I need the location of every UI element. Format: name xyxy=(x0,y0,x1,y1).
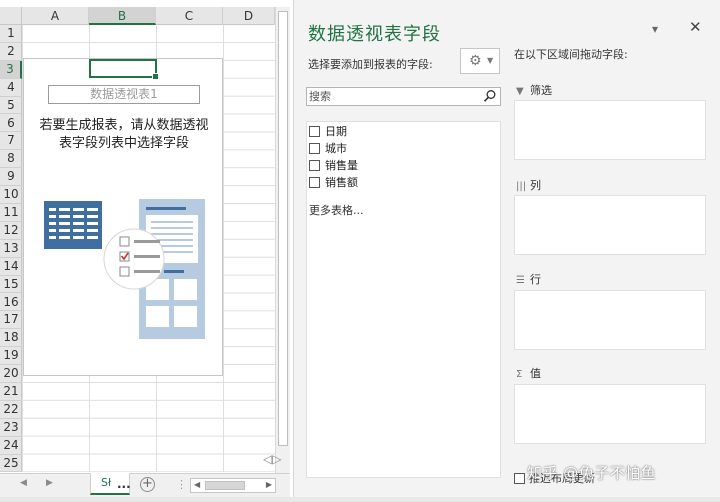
row-header-17[interactable]: 17 xyxy=(0,311,22,330)
horizontal-scroll-thumb[interactable] xyxy=(205,481,245,490)
filters-area-text: 筛选 xyxy=(530,84,552,97)
drag-fields-label: 在以下区域间拖动字段: xyxy=(514,48,628,61)
pivot-hint-line-2: 表字段列表中选择字段 xyxy=(58,136,189,151)
sigma-icon: Σ xyxy=(516,369,523,380)
pivot-fields-pane: 数据透视表字段 ▾ ✕ 选择要添加到报表的字段: ⚙ ▼ 日期 城市 销售量 销… xyxy=(293,0,720,497)
pivot-hint-line-1: 若要生成报表，请从数据透视 xyxy=(39,118,209,133)
filters-drop-zone[interactable] xyxy=(514,100,706,160)
values-area-text: 值 xyxy=(530,367,541,380)
field-label-sales-amount: 销售额 xyxy=(325,176,358,189)
vertical-scroll-thumb[interactable] xyxy=(278,11,288,446)
column-header: A B C D xyxy=(22,7,275,25)
pivot-table-hint: 若要生成报表，请从数据透视 表字段列表中选择字段 xyxy=(30,117,218,153)
scroll-left-icon[interactable]: ◀ xyxy=(194,480,200,489)
field-label-sales-qty: 销售量 xyxy=(325,159,358,172)
row-header-3[interactable]: 3 xyxy=(0,60,22,79)
row-header-1[interactable]: 1 xyxy=(0,25,22,43)
row-header-23[interactable]: 23 xyxy=(0,419,22,437)
prev-sheet-icon[interactable]: ◀ xyxy=(20,478,27,488)
search-icon[interactable] xyxy=(483,89,497,103)
row-header-21[interactable]: 21 xyxy=(0,383,22,401)
row-header-18[interactable]: 18 xyxy=(0,329,22,348)
row-header-13[interactable]: 13 xyxy=(0,240,22,258)
row-header-7[interactable]: 7 xyxy=(0,132,22,151)
column-header-c[interactable]: C xyxy=(156,7,223,25)
more-tables-link[interactable]: 更多表格... xyxy=(309,202,364,218)
field-item-date[interactable]: 日期 xyxy=(309,123,347,140)
row-header-2[interactable]: 2 xyxy=(0,43,22,61)
values-drop-zone[interactable] xyxy=(514,384,706,444)
rows-area-text: 行 xyxy=(530,273,541,286)
selected-cell-b3[interactable] xyxy=(89,59,159,80)
row-header-25[interactable]: 25 xyxy=(0,455,22,473)
row-header-16[interactable]: 16 xyxy=(0,294,22,312)
columns-area-label: ||| 列 xyxy=(516,177,541,193)
defer-update-checkbox[interactable] xyxy=(514,473,525,484)
choose-fields-label: 选择要添加到报表的字段: xyxy=(308,58,433,71)
close-icon[interactable]: ✕ xyxy=(689,18,702,36)
pivot-illustration-icon xyxy=(44,199,205,339)
horizontal-scrollbar[interactable]: ◀ ▶ xyxy=(190,478,276,493)
watermark: 知乎 @兔子不怕鱼 xyxy=(527,464,657,482)
vertical-scrollbar[interactable] xyxy=(275,7,290,473)
tab-divider-icon[interactable]: ⋮ xyxy=(176,478,187,491)
row-header-11[interactable]: 11 xyxy=(0,204,22,222)
gear-icon: ⚙ xyxy=(469,53,482,69)
columns-icon: ||| xyxy=(516,181,527,192)
row-header-4[interactable]: 4 xyxy=(0,79,22,97)
split-view-icon[interactable]: ◁▷ xyxy=(263,452,281,466)
cell-grid[interactable]: 数据透视表1 若要生成报表，请从数据透视 表字段列表中选择字段 xyxy=(22,25,275,472)
field-search-box xyxy=(306,87,501,106)
row-header-19[interactable]: 19 xyxy=(0,347,22,366)
spreadsheet-area: A B C D 1 2 3 4 5 6 7 8 9 10 11 12 13 14 15 16 17 18 19 20 2… xyxy=(0,0,290,502)
pane-title: 数据透视表字段 xyxy=(308,24,441,45)
column-header-a[interactable]: A xyxy=(22,7,89,25)
row-header-15[interactable]: 15 xyxy=(0,276,22,294)
select-all-corner[interactable] xyxy=(0,7,22,25)
filter-icon: ▼ xyxy=(516,86,524,97)
field-checkbox-date[interactable] xyxy=(309,126,320,137)
field-item-sales-amount[interactable]: 销售额 xyxy=(309,174,358,191)
rows-area-label: ☰ 行 xyxy=(516,271,541,287)
chevron-down-icon[interactable]: ▾ xyxy=(652,22,658,36)
row-header-8[interactable]: 8 xyxy=(0,150,22,169)
row-header-5[interactable]: 5 xyxy=(0,97,22,115)
chevron-down-icon: ▼ xyxy=(487,56,494,65)
search-input[interactable] xyxy=(309,89,479,104)
field-label-city: 城市 xyxy=(325,142,347,155)
pivot-table-placeholder[interactable]: 数据透视表1 若要生成报表，请从数据透视 表字段列表中选择字段 xyxy=(23,58,223,376)
field-checkbox-sales-qty[interactable] xyxy=(309,160,320,171)
field-checkbox-sales-amount[interactable] xyxy=(309,177,320,188)
status-strip xyxy=(0,497,720,502)
columns-drop-zone[interactable] xyxy=(514,195,706,255)
field-item-sales-qty[interactable]: 销售量 xyxy=(309,157,358,174)
row-header-22[interactable]: 22 xyxy=(0,401,22,419)
values-area-label: Σ值 xyxy=(516,365,541,381)
filters-area-label: ▼ 筛选 xyxy=(516,82,552,98)
columns-area-text: 列 xyxy=(530,179,541,192)
field-list: 日期 城市 销售量 销售额 更多表格... xyxy=(306,121,501,478)
more-sheets-button[interactable]: ... xyxy=(117,477,131,491)
rows-icon: ☰ xyxy=(516,275,525,286)
sheet-tab-bar: ◀ ▶ Sł ... + ⋮ ◀ ▶ xyxy=(0,473,290,497)
row-header: 1 2 3 4 5 6 7 8 9 10 11 12 13 14 15 16 17 18 19 20 21 22 23 24 2… xyxy=(0,25,22,473)
column-header-d[interactable]: D xyxy=(223,7,275,25)
field-label-date: 日期 xyxy=(325,125,347,138)
row-header-24[interactable]: 24 xyxy=(0,437,22,455)
row-header-12[interactable]: 12 xyxy=(0,222,22,240)
row-header-14[interactable]: 14 xyxy=(0,258,22,276)
tools-button[interactable]: ⚙ ▼ xyxy=(460,48,500,74)
pivot-table-name: 数据透视表1 xyxy=(48,85,200,104)
rows-drop-zone[interactable] xyxy=(514,290,706,350)
row-header-9[interactable]: 9 xyxy=(0,168,22,187)
field-checkbox-city[interactable] xyxy=(309,143,320,154)
column-header-b[interactable]: B xyxy=(89,7,156,25)
row-header-6[interactable]: 6 xyxy=(0,115,22,133)
next-sheet-icon[interactable]: ▶ xyxy=(46,478,53,488)
scroll-right-icon[interactable]: ▶ xyxy=(266,480,272,489)
field-item-city[interactable]: 城市 xyxy=(309,140,347,157)
add-sheet-icon[interactable]: + xyxy=(140,477,155,492)
row-header-20[interactable]: 20 xyxy=(0,365,22,383)
row-header-10[interactable]: 10 xyxy=(0,186,22,204)
